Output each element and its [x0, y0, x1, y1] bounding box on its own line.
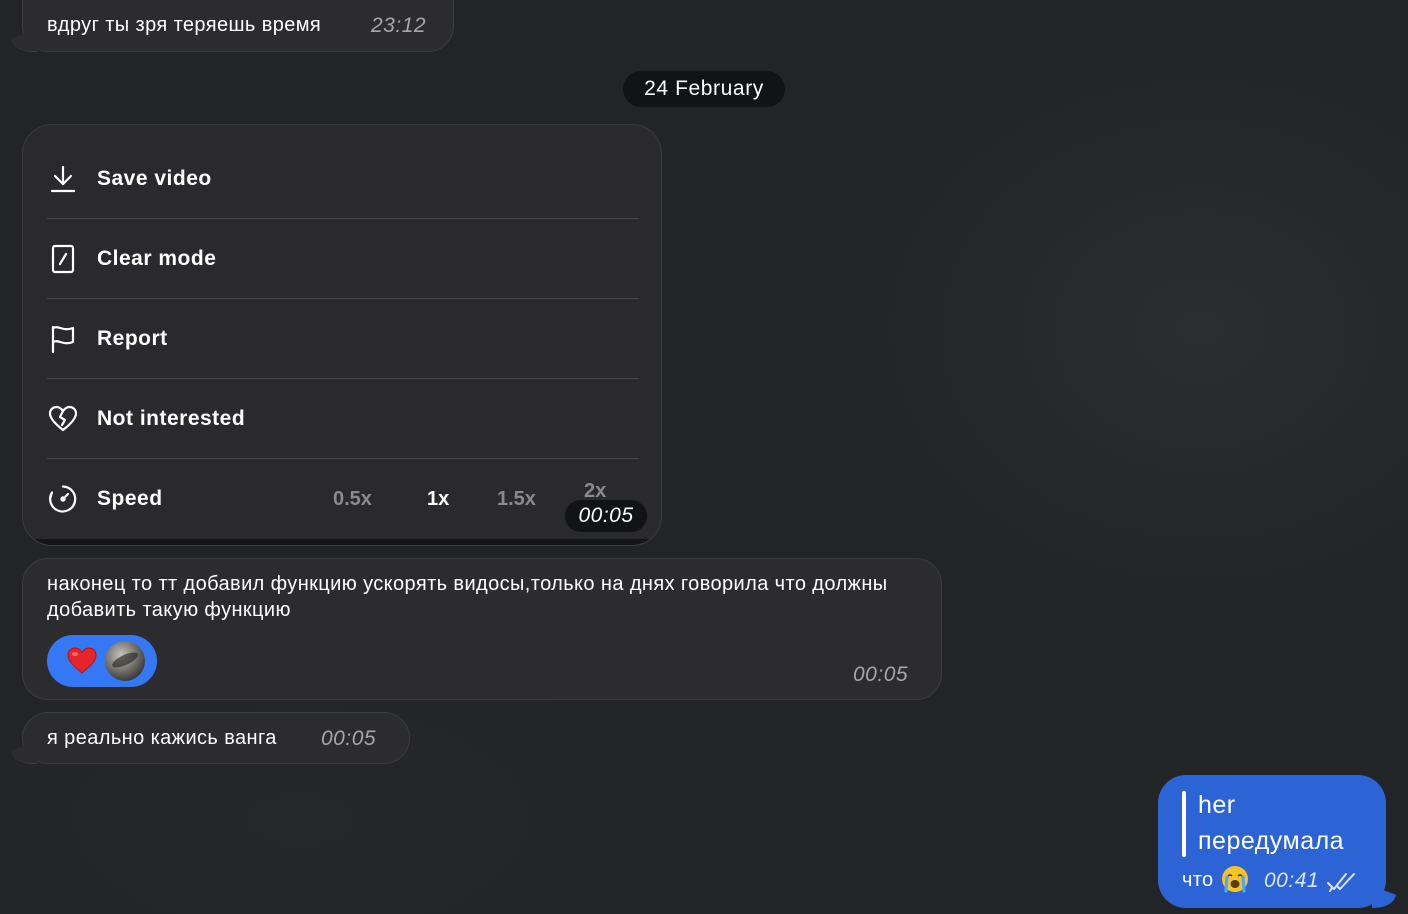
- message-time: 00:41: [1264, 869, 1320, 892]
- menu-item-report[interactable]: Report: [47, 299, 639, 379]
- message-text: наконец то тт добавил функцию ускорять в…: [47, 573, 888, 621]
- message-time: 00:05: [321, 727, 377, 750]
- download-icon: [47, 163, 79, 195]
- speed-option-0-5x[interactable]: 0.5x: [333, 459, 372, 539]
- speed-option-1-5x[interactable]: 1.5x: [497, 459, 536, 539]
- menu-item-not-interested[interactable]: Not interested: [47, 379, 639, 459]
- message-time: 00:05: [853, 663, 909, 686]
- quote-bar: [1182, 791, 1186, 857]
- flag-icon: [47, 323, 79, 355]
- menu-item-label: Report: [97, 326, 168, 350]
- date-separator: 24 February: [623, 71, 785, 107]
- message-text: вдруг ты зря теряешь время: [47, 14, 322, 36]
- video-options-menu: Save video Clear mode Report Not interes…: [22, 124, 662, 546]
- loudly-crying-face-emoji: [1222, 866, 1248, 893]
- avatar: [105, 641, 145, 681]
- message-text: я реально кажись ванга: [47, 727, 277, 749]
- message-time-badge: 00:05: [565, 500, 647, 532]
- menu-item-label: Not interested: [97, 406, 246, 430]
- menu-item-label: Clear mode: [97, 246, 217, 270]
- message-text: что: [1182, 869, 1214, 891]
- reaction-pill[interactable]: [47, 635, 157, 687]
- incoming-message[interactable]: наконец то тт добавил функцию ускорять в…: [22, 558, 942, 700]
- incoming-message[interactable]: я реально кажись ванга 00:05: [22, 712, 410, 764]
- quoted-text-line: передумала: [1198, 827, 1345, 855]
- menu-item-label: Speed: [97, 487, 163, 510]
- speed-option-1x[interactable]: 1x: [427, 459, 449, 539]
- message-time: 23:12: [371, 14, 427, 37]
- double-check-icon: [1327, 873, 1355, 892]
- speed-icon: [47, 483, 79, 515]
- menu-item-speed: Speed 0.5x 1x 1.5x 2x: [47, 459, 639, 539]
- quoted-text-line: her: [1198, 791, 1236, 819]
- incoming-message[interactable]: вдруг ты зря теряешь время 23:12: [22, 0, 454, 52]
- menu-item-save-video[interactable]: Save video: [47, 139, 639, 219]
- heart-icon: [67, 647, 97, 674]
- menu-item-label: Save video: [97, 166, 212, 190]
- clear-mode-icon: [47, 243, 79, 275]
- menu-item-clear-mode[interactable]: Clear mode: [47, 219, 639, 299]
- menu-bottom-edge: [23, 539, 661, 545]
- chat-view: вдруг ты зря теряешь время 23:12 24 Febr…: [0, 0, 1408, 914]
- outgoing-message[interactable]: her передумала что 00:41: [1158, 775, 1386, 908]
- broken-heart-icon: [47, 403, 79, 435]
